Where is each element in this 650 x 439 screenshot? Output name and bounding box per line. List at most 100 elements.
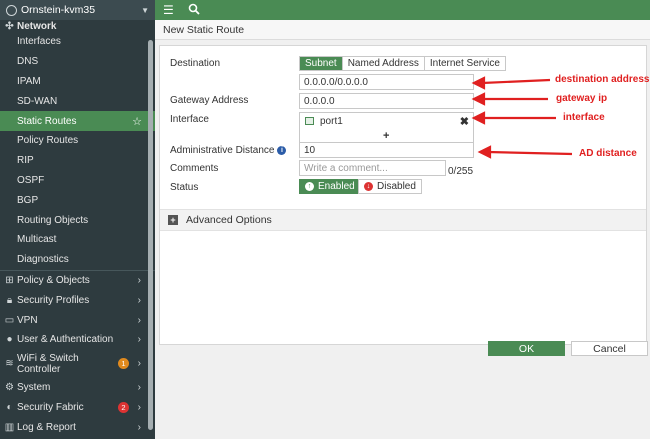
- chevron-right-icon: ›: [137, 358, 141, 370]
- star-icon[interactable]: ☆: [132, 115, 142, 128]
- sidebar-item-label: Interfaces: [17, 36, 61, 48]
- ad-label-text: Administrative Distance: [170, 145, 275, 156]
- sidebar-item-ipam[interactable]: IPAM: [0, 72, 155, 92]
- device-icon: [6, 4, 17, 16]
- sidebar-item-sd-wan[interactable]: SD-WAN: [0, 91, 155, 111]
- sidebar-item-label: IPAM: [17, 75, 41, 87]
- sidebar-group-vpn[interactable]: ▭ VPN ›: [0, 310, 155, 330]
- sidebar-item-label: Routing Objects: [17, 214, 89, 226]
- ok-button[interactable]: OK: [488, 341, 565, 356]
- sidebar-group-policy-objects[interactable]: ⊞ Policy & Objects ›: [0, 271, 155, 291]
- info-icon[interactable]: i: [277, 145, 287, 155]
- chevron-down-icon: ▼: [141, 5, 149, 15]
- interface-selector[interactable]: port1 ✖ +: [299, 112, 474, 143]
- device-selector[interactable]: Ornstein-kvm35 ▼: [0, 0, 155, 20]
- ad-label: Administrative Distance i: [170, 145, 287, 156]
- status-enabled-label: Enabled: [318, 181, 355, 192]
- status-label: Status: [170, 182, 199, 193]
- policy-icon: ⊞: [5, 274, 14, 286]
- sidebar-item-dns[interactable]: DNS: [0, 52, 155, 72]
- sidebar-scrollbar[interactable]: [148, 40, 153, 430]
- comments-label: Comments: [170, 163, 219, 174]
- sidebar-item-policy-routes[interactable]: Policy Routes: [0, 131, 155, 151]
- notification-badge: 1: [118, 358, 129, 370]
- advanced-options-toggle[interactable]: + Advanced Options: [160, 209, 646, 231]
- sidebar-item-label: SD-WAN: [17, 95, 58, 107]
- sidebar-item-bgp[interactable]: BGP: [0, 190, 155, 210]
- sidebar: Ornstein-kvm35 ▼ ✣ Network Interfaces DN…: [0, 0, 155, 439]
- destination-input[interactable]: 0.0.0.0/0.0.0.0: [299, 74, 474, 90]
- sidebar-item-diagnostics[interactable]: Diagnostics: [0, 250, 155, 270]
- sidebar-item-label: OSPF: [17, 174, 45, 186]
- search-icon[interactable]: [188, 3, 200, 18]
- sidebar-group-wifi-switch[interactable]: ≋ WiFi & Switch Controller 1 ›: [0, 350, 155, 378]
- sidebar-section-label: Network: [17, 20, 57, 32]
- sidebar-group-label: Security Fabric: [17, 401, 84, 413]
- status-enabled-button[interactable]: ↑ Enabled: [299, 179, 361, 194]
- destination-type-selector: Subnet Named Address Internet Service: [299, 56, 506, 71]
- user-icon: ●: [6, 334, 13, 346]
- sidebar-group-security-profiles[interactable]: 🔒︎ Security Profiles ›: [0, 290, 155, 310]
- cancel-button[interactable]: Cancel: [571, 341, 648, 356]
- arrow-up-icon: ↑: [305, 182, 314, 191]
- sidebar-group-label: User & Authentication: [17, 334, 114, 346]
- interface-value: port1: [320, 116, 343, 127]
- sidebar-group-security-fabric[interactable]: ◐ Security Fabric 2 ›: [0, 398, 155, 418]
- annotation-interface: interface: [563, 112, 605, 123]
- dest-type-named-address[interactable]: Named Address: [342, 57, 425, 70]
- annotation-destination: destination address: [555, 74, 650, 85]
- sidebar-group-label: Policy & Objects: [17, 274, 90, 286]
- sidebar-item-label: Static Routes: [17, 115, 77, 127]
- network-icon: ✣: [5, 20, 14, 32]
- sidebar-item-label: Diagnostics: [17, 254, 69, 266]
- monitor-icon: ▭: [4, 314, 15, 326]
- sidebar-section-network[interactable]: ✣ Network: [0, 20, 155, 32]
- page-title: New Static Route: [155, 20, 650, 40]
- hamburger-menu-icon[interactable]: ☰: [163, 3, 174, 17]
- sidebar-item-label: Multicast: [17, 234, 57, 246]
- gear-icon: ⚙: [5, 382, 14, 394]
- notification-badge: 2: [118, 401, 129, 413]
- chevron-right-icon: ›: [137, 314, 141, 326]
- sidebar-item-label: BGP: [17, 194, 39, 206]
- annotation-gateway: gateway ip: [556, 93, 608, 104]
- remove-icon[interactable]: ✖: [460, 115, 469, 128]
- gateway-label: Gateway Address: [170, 95, 249, 106]
- annotation-ad: AD distance: [579, 148, 637, 159]
- chevron-right-icon: ›: [137, 334, 141, 346]
- sidebar-item-label: Policy Routes: [17, 135, 79, 147]
- sidebar-group-system[interactable]: ⚙ System ›: [0, 378, 155, 398]
- comments-input[interactable]: Write a comment...: [299, 160, 446, 176]
- sidebar-item-ospf[interactable]: OSPF: [0, 171, 155, 191]
- sidebar-item-multicast[interactable]: Multicast: [0, 230, 155, 250]
- dest-type-internet-service[interactable]: Internet Service: [424, 57, 505, 70]
- sidebar-item-static-routes[interactable]: Static Routes ☆: [0, 111, 155, 131]
- lock-icon: 🔒︎: [6, 294, 13, 306]
- sidebar-group-user-authentication[interactable]: ● User & Authentication ›: [0, 330, 155, 350]
- dest-type-subnet[interactable]: Subnet: [300, 57, 343, 70]
- status-disabled-label: Disabled: [377, 181, 416, 192]
- sidebar-item-rip[interactable]: RIP: [0, 151, 155, 171]
- wifi-icon: ≋: [5, 358, 14, 370]
- chevron-right-icon: ›: [137, 274, 141, 286]
- top-bar: ☰: [155, 0, 650, 20]
- sidebar-item-routing-objects[interactable]: Routing Objects: [0, 210, 155, 230]
- interface-label: Interface: [170, 114, 209, 125]
- sidebar-item-label: RIP: [17, 155, 34, 167]
- sidebar-group-label: System: [17, 382, 51, 394]
- port-icon: [305, 117, 314, 125]
- sidebar-item-interfaces[interactable]: Interfaces: [0, 32, 155, 52]
- sidebar-group-label: Log & Report: [17, 421, 76, 433]
- add-icon[interactable]: +: [383, 130, 389, 142]
- chevron-right-icon: ›: [137, 401, 141, 413]
- device-name: Ornstein-kvm35: [21, 4, 96, 16]
- gateway-input[interactable]: 0.0.0.0: [299, 93, 474, 109]
- chevron-right-icon: ›: [137, 294, 141, 306]
- advanced-options-label: Advanced Options: [186, 214, 272, 226]
- static-route-form: Destination Subnet Named Address Interne…: [159, 45, 647, 345]
- chevron-right-icon: ›: [137, 421, 141, 433]
- status-disabled-button[interactable]: ↓ Disabled: [358, 179, 422, 194]
- ad-input[interactable]: 10: [299, 142, 474, 158]
- sidebar-item-label: DNS: [17, 56, 39, 68]
- sidebar-group-log-report[interactable]: ▥ Log & Report ›: [0, 417, 155, 437]
